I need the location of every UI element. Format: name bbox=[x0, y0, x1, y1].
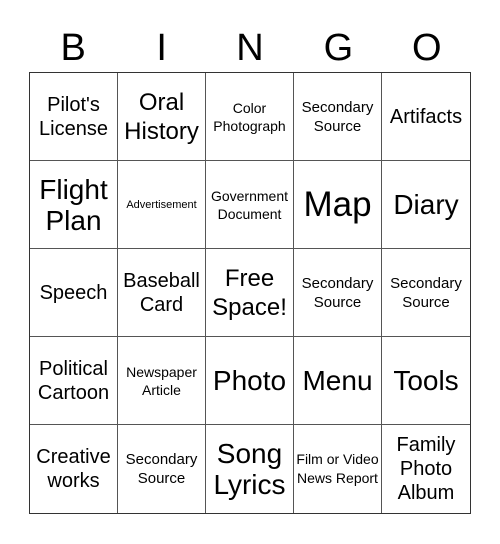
cell-label: Family Photo Album bbox=[396, 434, 456, 504]
bingo-cell[interactable]: Oral History bbox=[118, 73, 206, 161]
cell-label: Color Photograph bbox=[213, 99, 286, 134]
bingo-cell[interactable]: Secondary Source bbox=[382, 249, 470, 337]
bingo-cell[interactable]: Film or Video News Report bbox=[294, 425, 382, 513]
bingo-cell[interactable]: Color Photograph bbox=[206, 73, 294, 161]
bingo-cell[interactable]: Family Photo Album bbox=[382, 425, 470, 513]
cell-label: Political Cartoon bbox=[37, 357, 110, 404]
cell-label: Artifacts bbox=[389, 105, 463, 128]
bingo-cell[interactable]: Map bbox=[294, 161, 382, 249]
cell-label: Speech bbox=[39, 281, 108, 304]
free-space-cell[interactable]: Free Space! bbox=[206, 249, 294, 337]
cell-label: Secondary Source bbox=[301, 98, 374, 135]
cell-label: Map bbox=[303, 184, 372, 224]
cell-label: Photo bbox=[212, 365, 287, 396]
cell-label: Secondary Source bbox=[390, 274, 462, 311]
bingo-cell[interactable]: Newspaper Article bbox=[118, 337, 206, 425]
header-letter-i: I bbox=[156, 27, 167, 69]
bingo-cell[interactable]: Song Lyrics bbox=[206, 425, 294, 513]
cell-label: Creative works bbox=[36, 446, 111, 492]
header-letter-g: G bbox=[323, 27, 354, 69]
cell-label: Government Document bbox=[210, 187, 289, 222]
bingo-cell[interactable]: Political Cartoon bbox=[30, 337, 118, 425]
cell-label: Newspaper Article bbox=[126, 363, 197, 398]
bingo-card: B I N G O Pilot's License Oral History Col… bbox=[0, 0, 500, 544]
bingo-cell[interactable]: Secondary Source bbox=[294, 249, 382, 337]
cell-label: Secondary Source bbox=[125, 451, 198, 487]
bingo-cell[interactable]: Government Document bbox=[206, 161, 294, 249]
cell-label: Diary bbox=[393, 189, 459, 220]
bingo-cell[interactable]: Diary bbox=[382, 161, 470, 249]
cell-label: Song Lyrics bbox=[213, 438, 286, 500]
bingo-grid: Pilot's License Oral History Color Photogr… bbox=[29, 72, 471, 514]
cell-label: Film or Video News Report bbox=[296, 450, 379, 487]
header-letter-n: N bbox=[236, 27, 264, 69]
header-letter-o: O bbox=[412, 27, 442, 69]
cell-label: Flight Plan bbox=[39, 173, 108, 236]
cell-label: Tools bbox=[393, 365, 459, 396]
bingo-header: B I N G O bbox=[29, 24, 471, 72]
bingo-cell[interactable]: Menu bbox=[294, 337, 382, 425]
cell-label: Advertisement bbox=[126, 198, 197, 211]
cell-label: Free Space! bbox=[212, 264, 287, 321]
bingo-cell[interactable]: Artifacts bbox=[382, 73, 470, 161]
cell-label: Oral History bbox=[124, 88, 199, 145]
bingo-cell[interactable]: Tools bbox=[382, 337, 470, 425]
cell-label: Pilot's License bbox=[39, 93, 108, 140]
bingo-cell[interactable]: Pilot's License bbox=[30, 73, 118, 161]
bingo-cell[interactable]: Advertisement bbox=[118, 161, 206, 249]
cell-label: Baseball Card bbox=[123, 269, 200, 316]
bingo-cell[interactable]: Secondary Source bbox=[294, 73, 382, 161]
bingo-cell[interactable]: Creative works bbox=[30, 425, 118, 513]
header-letter-b: B bbox=[60, 27, 86, 69]
bingo-cell[interactable]: Baseball Card bbox=[118, 249, 206, 337]
bingo-cell[interactable]: Photo bbox=[206, 337, 294, 425]
bingo-cell[interactable]: Speech bbox=[30, 249, 118, 337]
bingo-cell[interactable]: Secondary Source bbox=[118, 425, 206, 513]
cell-label: Menu bbox=[302, 365, 373, 396]
cell-label: Secondary Source bbox=[301, 274, 374, 311]
bingo-cell[interactable]: Flight Plan bbox=[30, 161, 118, 249]
